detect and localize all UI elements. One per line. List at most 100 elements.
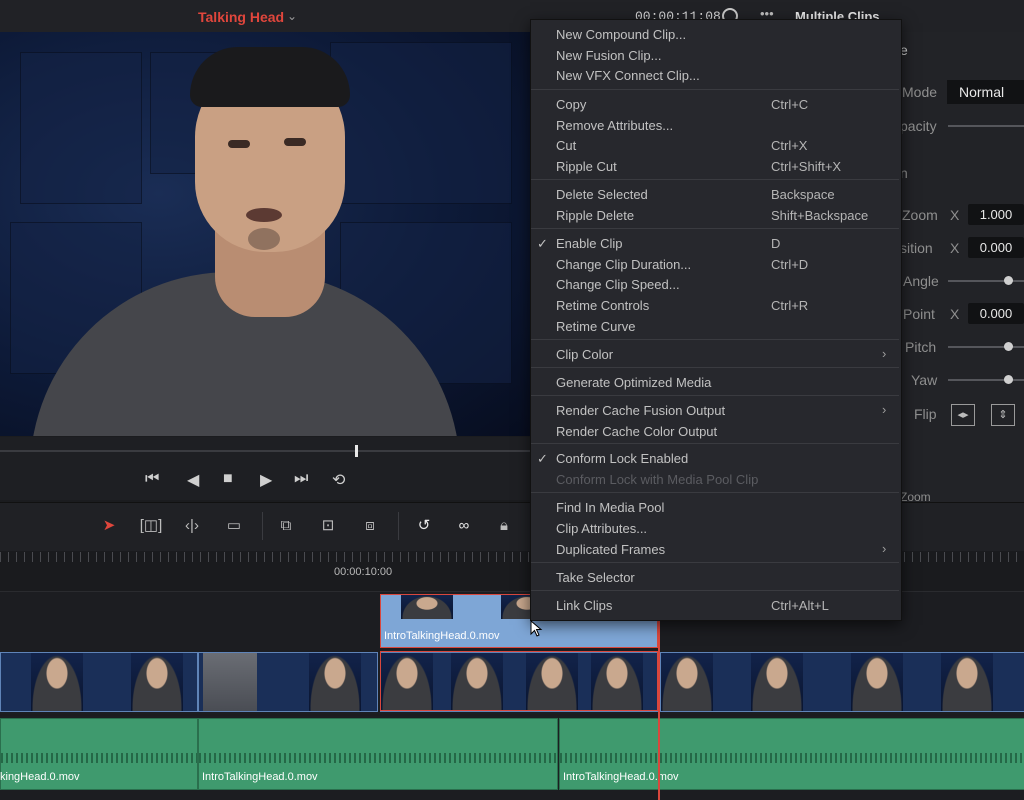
subject-beard [248, 228, 280, 250]
menu-shortcut-copy: Ctrl+C [771, 97, 809, 112]
snapping-icon[interactable]: ↺ [410, 514, 438, 538]
audio-clip-name: kingHead.0.mov [0, 771, 80, 783]
menu-shortcut-ripple-cut: Ctrl+Shift+X [771, 159, 842, 174]
menu-item-conform-lock-with-media-pool-clip: Conform Lock with Media Pool Clip [556, 472, 759, 487]
opacity-label: pacity [900, 118, 937, 134]
menu-item-retime-controls[interactable]: Retime Controls [556, 298, 649, 313]
menu-item-new-vfx-connect-clip[interactable]: New VFX Connect Clip... [556, 68, 700, 83]
menu-shortcut-ripple-delete: Shift+Backspace [771, 208, 869, 223]
anchor-x-field[interactable]: 0.000 [968, 303, 1024, 324]
menu-shortcut-retime-controls: Ctrl+R [771, 298, 809, 313]
blade-edit-icon[interactable]: ▭ [220, 514, 248, 538]
menu-item-duplicated-frames[interactable]: Duplicated Frames [556, 542, 665, 557]
rotation-angle-knob[interactable] [1004, 276, 1013, 285]
menu-separator [531, 443, 899, 444]
menu-item-change-clip-speed[interactable]: Change Clip Speed... [556, 277, 680, 292]
menu-shortcut-cut: Ctrl+X [771, 138, 808, 153]
menu-item-link-clips[interactable]: Link Clips [556, 598, 612, 613]
timeline-name[interactable]: Talking Head [198, 9, 284, 25]
position-label: sition [900, 240, 933, 256]
skip-to-end-icon[interactable]: ⏭ [294, 470, 308, 488]
rotation-angle-label: Angle [903, 273, 939, 289]
menu-item-generate-optimized-media[interactable]: Generate Optimized Media [556, 375, 711, 390]
menu-item-change-clip-duration[interactable]: Change Clip Duration... [556, 257, 691, 272]
position-x-field[interactable]: 0.000 [968, 237, 1024, 258]
composite-mode-select[interactable]: Normal [947, 80, 1024, 104]
video-clip[interactable] [0, 652, 198, 712]
composite-mode-label: Mode [902, 84, 938, 100]
menu-separator [531, 590, 899, 591]
menu-separator [531, 492, 899, 493]
menu-item-new-fusion-clip[interactable]: New Fusion Clip... [556, 48, 661, 63]
menu-item-remove-attributes[interactable]: Remove Attributes... [556, 118, 673, 133]
audio-clip-name: IntroTalkingHead.0.mov [202, 771, 318, 783]
skip-to-start-icon[interactable]: ⏮ [145, 470, 159, 488]
dynamic-trim-icon[interactable]: ‹|› [178, 514, 206, 538]
audio-clip-name: IntroTalkingHead.0.mov [563, 771, 679, 783]
menu-item-clip-attributes[interactable]: Clip Attributes... [556, 521, 647, 536]
menu-item-clip-color[interactable]: Clip Color [556, 347, 613, 362]
zoom-label: Zoom [902, 207, 938, 223]
mouse-cursor-icon [530, 620, 543, 637]
linked-selection-icon[interactable]: ∞ [450, 514, 478, 538]
scrubber-track[interactable] [0, 450, 530, 452]
overwrite-clip-icon[interactable]: ⊡ [314, 514, 342, 538]
zoom-x-label: X [950, 207, 960, 223]
subject-mouth [246, 208, 282, 222]
menu-item-ripple-cut[interactable]: Ripple Cut [556, 159, 617, 174]
toolbar-divider [398, 512, 399, 540]
submenu-chevron-icon: › [882, 346, 887, 361]
clip-name: IntroTalkingHead.0.mov [384, 630, 500, 642]
menu-item-cut[interactable]: Cut [556, 138, 576, 153]
menu-item-delete-selected[interactable]: Delete Selected [556, 187, 648, 202]
menu-item-conform-lock-enabled[interactable]: Conform Lock Enabled [556, 451, 688, 466]
loop-icon[interactable]: ⟲ [332, 470, 345, 490]
anchor-point-label: Point [903, 306, 935, 322]
chevron-down-icon[interactable]: ⌄ [287, 9, 297, 23]
menu-item-find-in-media-pool[interactable]: Find In Media Pool [556, 500, 664, 515]
toolbar-divider [262, 512, 263, 540]
menu-item-take-selector[interactable]: Take Selector [556, 570, 635, 585]
menu-shortcut-delete-selected: Backspace [771, 187, 835, 202]
flip-horizontal-icon[interactable]: ◂▸ [951, 404, 975, 426]
checkmark-icon: ✓ [537, 451, 548, 466]
subject-eye-left [228, 140, 250, 148]
menu-item-render-cache-fusion-output[interactable]: Render Cache Fusion Output [556, 403, 725, 418]
submenu-chevron-icon: › [882, 541, 887, 556]
menu-item-copy[interactable]: Copy [556, 97, 586, 112]
menu-separator [531, 89, 899, 90]
menu-separator [531, 367, 899, 368]
yaw-knob[interactable] [1004, 375, 1013, 384]
subject-eye-right [284, 138, 306, 146]
insert-clip-icon[interactable]: ⧉ [272, 514, 300, 538]
play-icon[interactable]: ▶ [260, 470, 272, 490]
menu-item-render-cache-color-output[interactable]: Render Cache Color Output [556, 424, 717, 439]
stop-icon[interactable]: ■ [223, 470, 233, 488]
video-viewer[interactable] [0, 32, 530, 436]
selection-outline [380, 651, 658, 711]
menu-item-retime-curve[interactable]: Retime Curve [556, 319, 635, 334]
selection-arrow-icon[interactable]: ➤ [95, 514, 123, 538]
step-back-icon[interactable]: ◀ [187, 470, 199, 490]
checkmark-icon: ✓ [537, 236, 548, 251]
menu-separator [531, 228, 899, 229]
scrubber-playhead[interactable] [355, 445, 358, 457]
pitch-label: Pitch [905, 339, 937, 355]
menu-separator [531, 339, 899, 340]
flip-vertical-icon[interactable]: ⇕ [991, 404, 1015, 426]
trim-edit-icon[interactable]: [◫] [137, 514, 165, 538]
yaw-label: Yaw [911, 372, 938, 388]
anchor-x-label: X [950, 306, 960, 322]
replace-clip-icon[interactable]: ⧈ [356, 514, 384, 538]
submenu-chevron-icon: › [882, 402, 887, 417]
video-clip[interactable] [660, 652, 1024, 712]
menu-item-enable-clip[interactable]: Enable Clip [556, 236, 623, 251]
position-lock-icon[interactable]: 🔒︎ [490, 514, 518, 538]
menu-item-ripple-delete[interactable]: Ripple Delete [556, 208, 634, 223]
video-clip[interactable] [198, 652, 378, 712]
menu-item-new-compound-clip[interactable]: New Compound Clip... [556, 27, 686, 42]
opacity-slider[interactable] [948, 125, 1024, 127]
zoom-x-field[interactable]: 1.000 [968, 204, 1024, 225]
position-x-label: X [950, 240, 960, 256]
pitch-knob[interactable] [1004, 342, 1013, 351]
